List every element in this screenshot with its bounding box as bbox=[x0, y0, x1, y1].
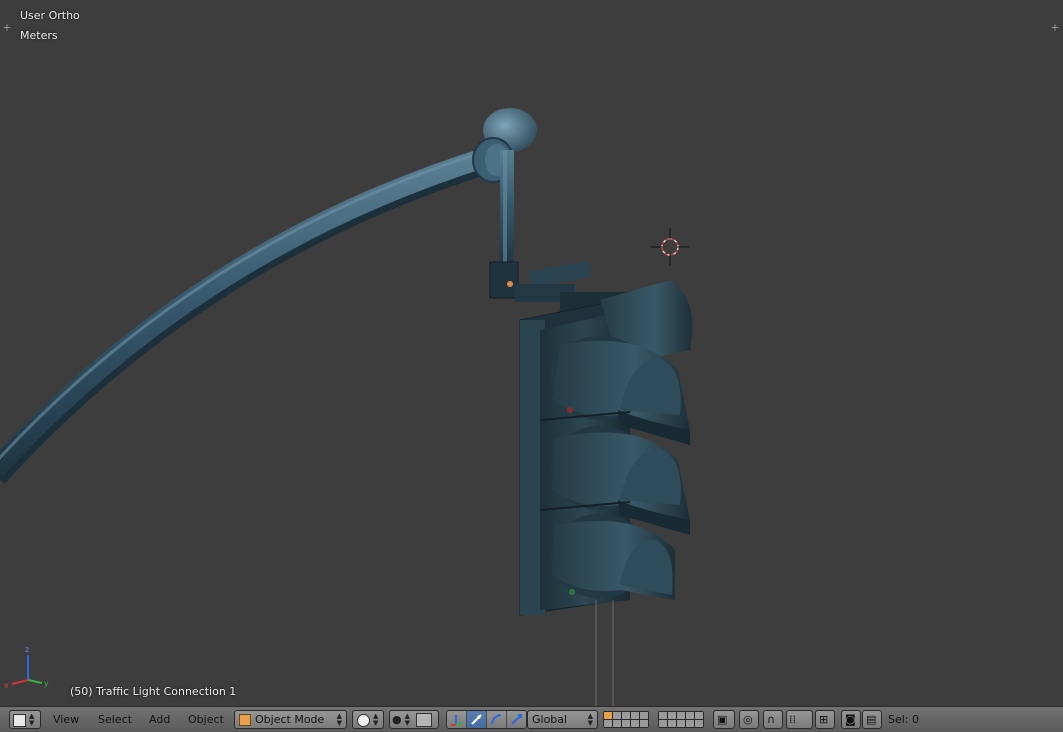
svg-text:x: x bbox=[4, 681, 9, 690]
pivot-icon: ● bbox=[392, 713, 402, 726]
render-animation-button[interactable]: ▤ bbox=[862, 710, 882, 729]
active-object-info: (50) Traffic Light Connection 1 bbox=[70, 685, 237, 698]
magnet-icon: ∩ bbox=[767, 713, 776, 726]
cube-icon bbox=[13, 713, 26, 727]
mast-arm bbox=[0, 147, 494, 484]
snap-grid-icon: ⊞ bbox=[819, 713, 829, 726]
mast-arm-highlight bbox=[0, 146, 493, 477]
layers-grid-icon[interactable] bbox=[658, 711, 704, 728]
pivot-point-selector[interactable]: ● ▲ ▼ bbox=[389, 710, 439, 729]
selection-status: Sel: 0 bbox=[888, 713, 920, 726]
manipulator-toggle-icon[interactable] bbox=[447, 711, 467, 728]
menu-object[interactable]: Object bbox=[182, 710, 230, 729]
render-opengl-button[interactable]: ◙ bbox=[841, 710, 861, 729]
svg-text:z: z bbox=[25, 645, 29, 654]
manipulate-center-icon[interactable] bbox=[415, 713, 432, 727]
lock-camera-layers-button[interactable]: ▣ bbox=[713, 710, 735, 729]
svg-text:y: y bbox=[44, 679, 49, 688]
scene-layers-2[interactable] bbox=[658, 711, 704, 730]
viewport-shading-selector[interactable]: ▲ ▼ bbox=[352, 710, 384, 729]
rotate-manipulator-icon[interactable] bbox=[487, 711, 507, 728]
mode-selector[interactable]: Object Mode ▲ ▼ bbox=[234, 710, 347, 729]
3d-viewport[interactable]: + + User Ortho Meters z y x (50) Traffic… bbox=[0, 0, 1063, 706]
translate-manipulator-icon[interactable] bbox=[467, 711, 487, 728]
menu-view[interactable]: View bbox=[47, 710, 85, 729]
snap-element-selector[interactable]: ⁞⁞ bbox=[786, 710, 813, 729]
object-mode-icon bbox=[239, 714, 251, 726]
transform-manipulators bbox=[446, 710, 527, 729]
proportional-editing-button[interactable]: ◎ bbox=[739, 710, 759, 729]
clapperboard-icon: ▤ bbox=[866, 713, 877, 726]
snap-toggle-button[interactable]: ∩ bbox=[763, 710, 783, 729]
snap-target-button[interactable]: ⊞ bbox=[815, 710, 835, 729]
axis-gizmo-icon: z y x bbox=[4, 645, 49, 690]
layers-lock-icon: ▣ bbox=[717, 713, 728, 726]
camera-icon: ◙ bbox=[845, 713, 856, 726]
3d-view-header: ▲ ▼ View Select Add Object Object Mode ▲ ▼ … bbox=[0, 706, 1063, 732]
scene-render: z y x bbox=[0, 108, 693, 706]
snap-increment-icon: ⁞⁞ bbox=[789, 713, 796, 726]
solid-shading-icon bbox=[357, 713, 370, 727]
scale-manipulator-icon[interactable] bbox=[507, 711, 526, 728]
3d-cursor-icon bbox=[651, 228, 689, 266]
scene-layers-1[interactable] bbox=[603, 711, 649, 730]
proportional-edit-icon: ◎ bbox=[743, 713, 753, 726]
layers-grid-icon[interactable] bbox=[603, 711, 649, 728]
transform-orientation-selector[interactable]: Global ▲ ▼ bbox=[527, 710, 598, 729]
menu-select[interactable]: Select bbox=[92, 710, 138, 729]
editor-type-selector[interactable]: ▲ ▼ bbox=[9, 710, 41, 729]
menu-add[interactable]: Add bbox=[143, 710, 176, 729]
